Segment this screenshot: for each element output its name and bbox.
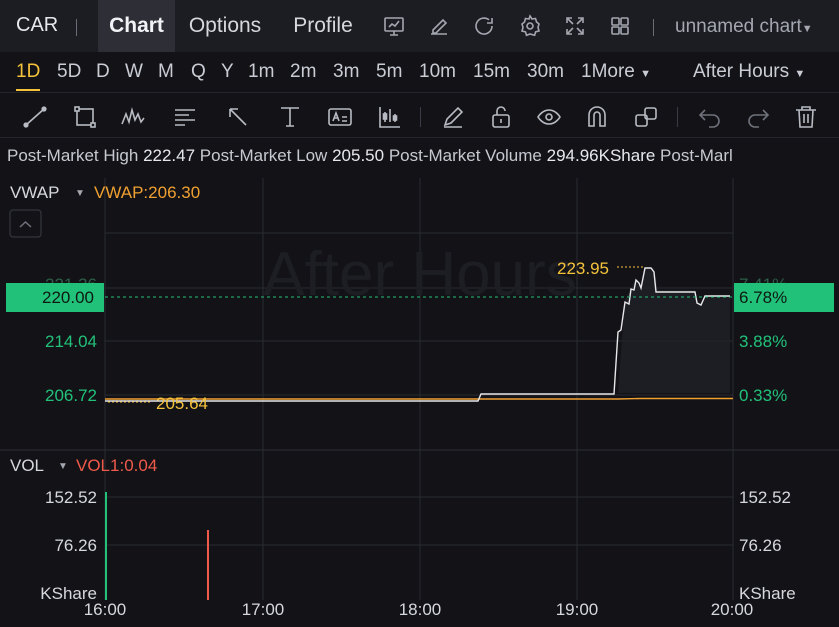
caret-down-icon: ▼ <box>794 68 806 80</box>
x-tick: 20:00 <box>711 600 754 619</box>
fullscreen-icon[interactable] <box>563 14 587 38</box>
vol-y-tick-left: 76.26 <box>54 536 97 555</box>
vol-indicator-value: VOL1:0.04 <box>76 456 157 475</box>
timeframe-m[interactable]: M <box>158 61 174 83</box>
settings-icon[interactable] <box>518 14 542 38</box>
rectangle-icon[interactable] <box>72 104 98 130</box>
y-tick-right: 3.88% <box>739 332 787 351</box>
x-tick: 17:00 <box>242 600 285 619</box>
volume-bar <box>105 492 107 600</box>
timeframe-d[interactable]: D <box>96 61 110 83</box>
timeframe-bar: 1D 5D D W M Q Y 1m 2m 3m 5m 10m 15m 30m … <box>0 52 839 92</box>
timeframe-5m[interactable]: 5m <box>376 61 402 83</box>
vwap-indicator-value: VWAP:206.30 <box>94 183 200 202</box>
high-marker-label: 223.95 <box>557 259 609 278</box>
chevron-up-icon <box>19 220 32 228</box>
measure-icon[interactable] <box>277 104 303 130</box>
current-pct-label: 6.78% <box>739 288 787 307</box>
x-tick: 16:00 <box>84 600 127 619</box>
fib-icon[interactable] <box>172 104 198 130</box>
high-value: 222.47 <box>143 146 196 165</box>
y-tick-left: 206.72 <box>45 386 97 405</box>
volume-bar <box>207 530 209 600</box>
low-label: Post-Market Low <box>199 146 328 165</box>
divider <box>76 19 77 36</box>
indicator-icon[interactable] <box>377 104 403 130</box>
caret-down-icon[interactable]: ▼ <box>58 461 68 472</box>
timeframe-1m[interactable]: 1m <box>248 61 274 83</box>
vwap-indicator-name[interactable]: VWAP <box>10 183 59 202</box>
divider <box>653 19 654 36</box>
x-tick: 18:00 <box>399 600 442 619</box>
timeframe-15m[interactable]: 15m <box>473 61 510 83</box>
y-tick-left: 214.04 <box>45 332 97 351</box>
tab-profile[interactable]: Profile <box>280 0 366 52</box>
drawing-toolbar <box>0 92 839 138</box>
divider <box>420 107 421 127</box>
session-dropdown[interactable]: After Hours ▼ <box>693 61 805 83</box>
y-tick-right: 0.33% <box>739 386 787 405</box>
chart-area[interactable]: After Hours 223.95 205.64 221.36 220.00 … <box>0 174 839 627</box>
low-value: 205.50 <box>332 146 385 165</box>
chart-name-select[interactable]: unnamed chart▼ <box>675 16 813 38</box>
post-market-info: Post-Market High 222.47 Post-Market Low … <box>7 146 839 166</box>
text-icon[interactable] <box>327 104 353 130</box>
timeframe-q[interactable]: Q <box>191 61 206 83</box>
undo-icon[interactable] <box>697 104 723 130</box>
current-price-label: 220.00 <box>42 288 94 307</box>
vol-y-tick-left: 152.52 <box>45 488 97 507</box>
arrow-icon[interactable] <box>225 104 251 130</box>
session-label: After Hours <box>693 61 790 82</box>
redo-icon[interactable] <box>745 104 771 130</box>
active-timeframe-indicator <box>16 89 40 91</box>
edit-icon[interactable] <box>427 14 451 38</box>
timeframe-5d[interactable]: 5D <box>57 61 81 83</box>
trend-line-icon[interactable] <box>22 104 48 130</box>
timeframe-1d[interactable]: 1D <box>16 61 40 83</box>
caret-down-icon: ▼ <box>801 23 813 35</box>
truncated-label: Post-Marl <box>660 146 733 165</box>
volume-value: 294.96KShare <box>546 146 656 165</box>
presentation-icon[interactable] <box>382 14 406 38</box>
caret-down-icon[interactable]: ▼ <box>75 188 85 199</box>
collapse-button[interactable] <box>9 209 42 238</box>
top-header: CAR Chart Options Profile unnamed chart▼ <box>0 0 839 52</box>
vol-indicator-name[interactable]: VOL <box>10 456 44 475</box>
timeframe-3m[interactable]: 3m <box>333 61 359 83</box>
more-timeframes-dropdown[interactable]: 1More ▼ <box>581 61 651 83</box>
pen-icon[interactable] <box>440 104 466 130</box>
magnet-icon[interactable] <box>584 104 610 130</box>
low-marker-label: 205.64 <box>156 394 208 413</box>
timeframe-10m[interactable]: 10m <box>419 61 456 83</box>
watermark-text: After Hours <box>263 240 577 309</box>
timeframe-w[interactable]: W <box>125 61 143 83</box>
trash-icon[interactable] <box>793 104 819 130</box>
timeframe-30m[interactable]: 30m <box>527 61 564 83</box>
vol-y-tick-right: 152.52 <box>739 488 791 507</box>
divider <box>677 107 678 127</box>
timeframe-2m[interactable]: 2m <box>290 61 316 83</box>
tab-options[interactable]: Options <box>180 0 270 52</box>
chart-name-label: unnamed chart <box>675 16 802 37</box>
copy-icon[interactable] <box>633 104 659 130</box>
pattern-icon[interactable] <box>120 104 146 130</box>
volume-label: Post-Market Volume <box>388 146 542 165</box>
unlock-icon[interactable] <box>488 104 514 130</box>
more-timeframes-label: 1More <box>581 61 635 82</box>
eye-icon[interactable] <box>536 104 562 130</box>
symbol-label[interactable]: CAR <box>16 14 58 37</box>
refresh-icon[interactable] <box>472 14 496 38</box>
x-tick: 19:00 <box>556 600 599 619</box>
vol-y-tick-right: 76.26 <box>739 536 782 555</box>
timeframe-y[interactable]: Y <box>221 61 234 83</box>
tab-chart[interactable]: Chart <box>98 0 175 52</box>
high-label: Post-Market High <box>7 146 139 165</box>
layout-grid-icon[interactable] <box>608 14 632 38</box>
caret-down-icon: ▼ <box>640 68 652 80</box>
